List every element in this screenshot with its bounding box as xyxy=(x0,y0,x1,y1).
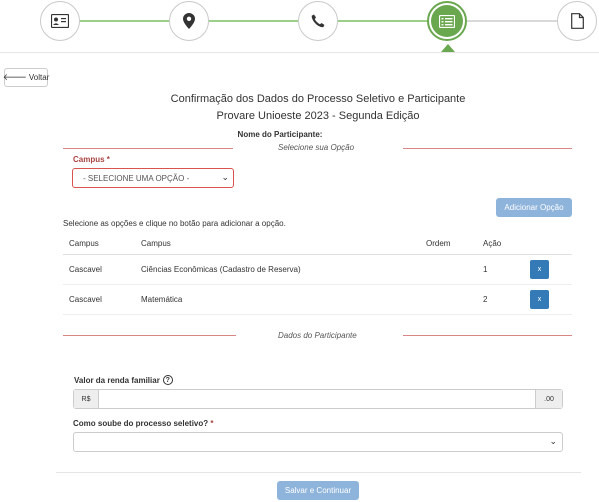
table-row: Cascavel Ciências Econômicas (Cadastro d… xyxy=(63,254,572,285)
delete-option-button[interactable]: x xyxy=(530,289,549,309)
arrow-left-icon: 🡐 xyxy=(2,72,27,82)
cell-course: Ciências Econômicas (Cadastro de Reserva… xyxy=(135,254,420,285)
back-button[interactable]: 🡐 Voltar xyxy=(2,68,50,87)
currency-suffix: .00 xyxy=(535,390,562,408)
cell-delete: x xyxy=(524,254,572,285)
cell-action-value: 2 xyxy=(477,284,524,315)
step-personal-data[interactable] xyxy=(40,1,80,41)
cell-campus: Cascavel xyxy=(63,284,135,315)
campus-select-value: - SELECIONE UMA OPÇÃO - xyxy=(83,173,190,183)
how-heard-label: Como soube do processo seletivo? * xyxy=(73,419,214,428)
campus-select[interactable]: - SELECIONE UMA OPÇÃO - ⌄ xyxy=(72,168,234,188)
column-header-delete xyxy=(524,234,572,255)
income-label: Valor da renda familiar ? xyxy=(74,375,173,385)
cell-order xyxy=(420,254,477,285)
step-confirmation[interactable] xyxy=(427,1,467,41)
step-contact[interactable] xyxy=(298,1,338,41)
participant-name-label: Nome do Participante: xyxy=(237,130,323,139)
save-continue-button[interactable]: Salvar e Continuar xyxy=(277,481,359,500)
how-heard-label-text: Como soube do processo seletivo? xyxy=(73,419,209,428)
column-header-campus: Campus xyxy=(63,234,135,255)
help-icon[interactable]: ? xyxy=(162,375,173,385)
cell-action-value: 1 xyxy=(477,254,524,285)
column-header-action: Ação xyxy=(477,234,524,255)
cell-order xyxy=(420,284,477,315)
add-option-button[interactable]: Adicionar Opção xyxy=(496,198,572,217)
page-title: Confirmação dos Dados do Processo Seleti… xyxy=(170,93,466,105)
active-step-pointer xyxy=(441,44,455,52)
how-heard-select[interactable]: ⌄ xyxy=(73,432,563,452)
table-row: Cascavel Matemática 2 x xyxy=(63,284,572,315)
step-address[interactable] xyxy=(169,1,209,41)
phone-icon xyxy=(311,14,325,28)
income-input-group: R$ .00 xyxy=(73,389,563,409)
map-marker-icon xyxy=(183,13,195,29)
section-rule-right xyxy=(403,335,572,336)
back-button-label: Voltar xyxy=(28,73,50,82)
options-section-title: Selecione sua Opção xyxy=(278,143,355,152)
section-rule-left xyxy=(63,335,236,336)
list-alt-icon xyxy=(439,14,455,28)
chevron-down-icon: ⌄ xyxy=(549,436,557,446)
options-hint: Selecione as opções e clique no botão pa… xyxy=(63,219,286,228)
chevron-down-icon: ⌄ xyxy=(221,172,229,182)
campus-label-text: Campus xyxy=(73,155,105,164)
progress-stepper xyxy=(0,0,599,54)
column-header-course: Campus xyxy=(135,234,420,255)
footer-divider xyxy=(56,472,581,473)
page-subtitle: Provare Unioeste 2023 - Segunda Edição xyxy=(216,110,420,122)
delete-option-button[interactable]: x xyxy=(530,259,549,279)
column-header-order: Ordem xyxy=(420,234,477,255)
campus-label: Campus * xyxy=(73,155,110,164)
required-mark: * xyxy=(106,155,110,164)
income-label-text: Valor da renda familiar xyxy=(74,375,160,385)
participant-section-title: Dados do Participante xyxy=(278,331,357,340)
section-rule-right xyxy=(403,148,572,149)
stepper-line-pending xyxy=(466,20,562,22)
section-rule-left xyxy=(63,148,233,149)
currency-prefix: R$ xyxy=(74,390,99,408)
id-card-icon xyxy=(51,14,69,28)
header-divider xyxy=(0,52,599,53)
file-icon xyxy=(570,13,584,29)
cell-course: Matemática xyxy=(135,284,420,315)
table-header-row: Campus Campus Ordem Ação xyxy=(63,234,572,255)
required-mark: * xyxy=(210,419,214,428)
cell-campus: Cascavel xyxy=(63,254,135,285)
income-input[interactable] xyxy=(99,390,535,408)
stepper-line-completed xyxy=(60,20,430,22)
step-documents[interactable] xyxy=(557,1,597,41)
cell-delete: x xyxy=(524,284,572,315)
options-table: Campus Campus Ordem Ação Cascavel Ciênci… xyxy=(63,234,572,315)
